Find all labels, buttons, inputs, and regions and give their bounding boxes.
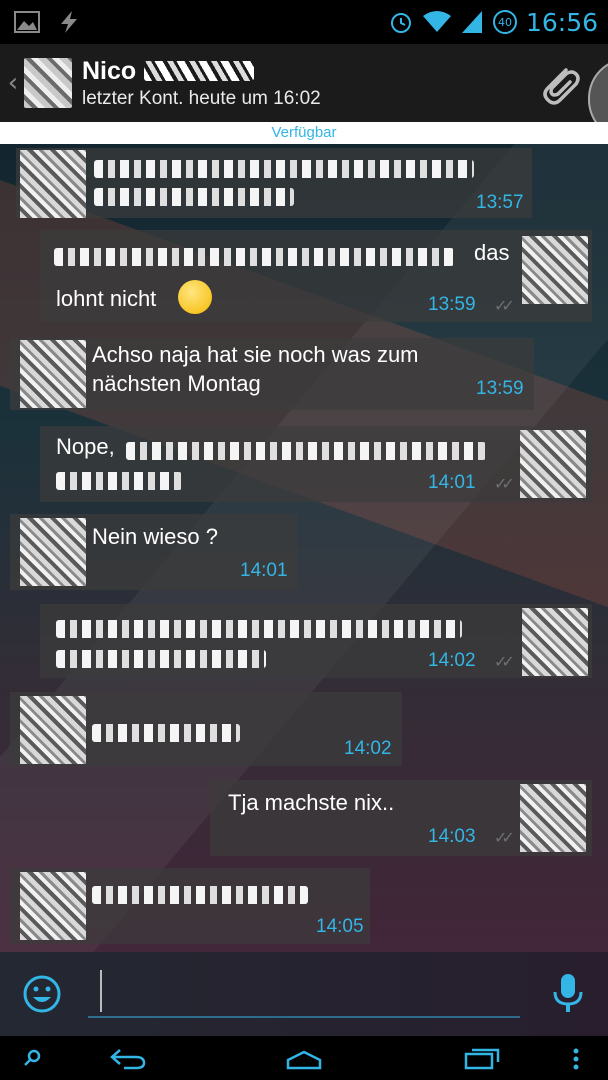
message-time: 13:57: [476, 192, 524, 213]
system-navigation-bar: [0, 1036, 608, 1080]
redacted-text: [92, 724, 240, 742]
back-chevron-icon[interactable]: ‹: [2, 68, 24, 98]
redacted-text: [92, 886, 308, 904]
message-text: Achso naja hat sie noch was zum: [92, 342, 419, 367]
back-icon[interactable]: [110, 1048, 146, 1074]
contact-avatar[interactable]: [24, 58, 72, 108]
svg-text:40: 40: [498, 16, 512, 29]
redacted-text: [54, 248, 454, 266]
wifi-icon: [422, 10, 452, 34]
compose-bar: [0, 952, 608, 1036]
alarm-icon: [388, 9, 414, 35]
sender-avatar: [20, 340, 86, 408]
search-icon[interactable]: [22, 1048, 42, 1072]
message-time: 14:01: [240, 560, 288, 581]
message-time: 13:59: [428, 294, 476, 315]
home-icon[interactable]: [286, 1048, 322, 1074]
redacted-text: [126, 442, 486, 460]
redacted-text: [94, 188, 294, 206]
message-input[interactable]: [100, 970, 102, 1012]
contact-name: Nico: [82, 56, 137, 85]
attach-button[interactable]: [532, 56, 588, 112]
sender-avatar: [20, 150, 86, 218]
paperclip-icon: [543, 68, 580, 105]
message-bubble-outgoing[interactable]: Nope, 14:01 ✓✓: [40, 426, 592, 502]
message-text: nächsten Montag: [92, 371, 261, 396]
battery-icon: 40: [492, 9, 518, 35]
own-avatar: [520, 430, 586, 498]
smiley-icon: [23, 975, 61, 1013]
availability-status: Verfügbar: [0, 122, 608, 144]
sender-avatar: [20, 518, 86, 586]
status-bar: 40 16:56: [0, 0, 608, 44]
message-text: Nope,: [56, 434, 115, 459]
sender-avatar: [20, 872, 86, 940]
own-avatar: [522, 608, 588, 676]
last-seen: letzter Kont. heute um 16:02: [82, 87, 321, 109]
message-time: 14:03: [428, 826, 476, 847]
message-text: Tja machste nix..: [228, 790, 395, 815]
overflow-menu-icon[interactable]: [572, 1048, 580, 1074]
message-bubble-incoming[interactable]: Achso naja hat sie noch was zum nächsten…: [10, 338, 534, 410]
wink-emoji-icon: [178, 280, 212, 314]
flash-icon: [58, 10, 80, 34]
conversation-header: ‹ Nico letzter Kont. heute um 16:02: [0, 44, 608, 122]
signal-icon: [460, 9, 484, 35]
message-bubble-outgoing[interactable]: das lohnt nicht 13:59 ✓✓: [40, 230, 592, 322]
message-bubble-outgoing[interactable]: Tja machste nix.. 14:03 ✓✓: [210, 780, 592, 856]
message-time: 14:02: [344, 738, 392, 759]
voice-record-button[interactable]: [548, 972, 588, 1016]
redacted-text: [56, 650, 266, 668]
redacted-text: [56, 620, 462, 638]
message-text: lohnt nicht: [56, 286, 157, 311]
redacted-text: [94, 160, 474, 178]
emoji-button[interactable]: [22, 974, 62, 1014]
message-bubble-incoming[interactable]: 14:05: [10, 868, 370, 944]
message-text: Nein wieso ?: [92, 524, 218, 549]
message-bubble-outgoing[interactable]: 14:02 ✓✓: [40, 604, 592, 678]
redacted-surname: [144, 61, 255, 81]
message-bubble-incoming[interactable]: 14:02: [10, 692, 402, 766]
input-underline: [88, 1016, 520, 1018]
contact-info[interactable]: Nico letzter Kont. heute um 16:02: [82, 57, 321, 110]
message-time: 14:01: [428, 472, 476, 493]
sender-avatar: [20, 696, 86, 764]
microphone-icon: [553, 974, 583, 1012]
message-text: das: [474, 240, 510, 265]
message-bubble-incoming[interactable]: 13:57: [16, 148, 532, 218]
gallery-icon: [14, 11, 40, 33]
message-bubble-incoming[interactable]: Nein wieso ? 14:01: [10, 514, 298, 590]
clock: 16:56: [525, 7, 598, 37]
message-time: 14:02: [428, 650, 476, 671]
own-avatar: [520, 784, 586, 852]
own-avatar: [522, 236, 588, 304]
message-list[interactable]: 13:57 das lohnt nicht 13:59 ✓✓ Achso naj…: [0, 144, 608, 952]
read-ticks-icon: ✓✓: [494, 476, 515, 493]
message-time: 13:59: [476, 378, 524, 399]
recent-apps-icon[interactable]: [464, 1046, 500, 1074]
redacted-text: [56, 472, 182, 490]
read-ticks-icon: ✓✓: [494, 298, 515, 315]
read-ticks-icon: ✓✓: [494, 830, 515, 847]
message-time: 14:05: [316, 916, 364, 937]
read-ticks-icon: ✓✓: [494, 654, 515, 671]
